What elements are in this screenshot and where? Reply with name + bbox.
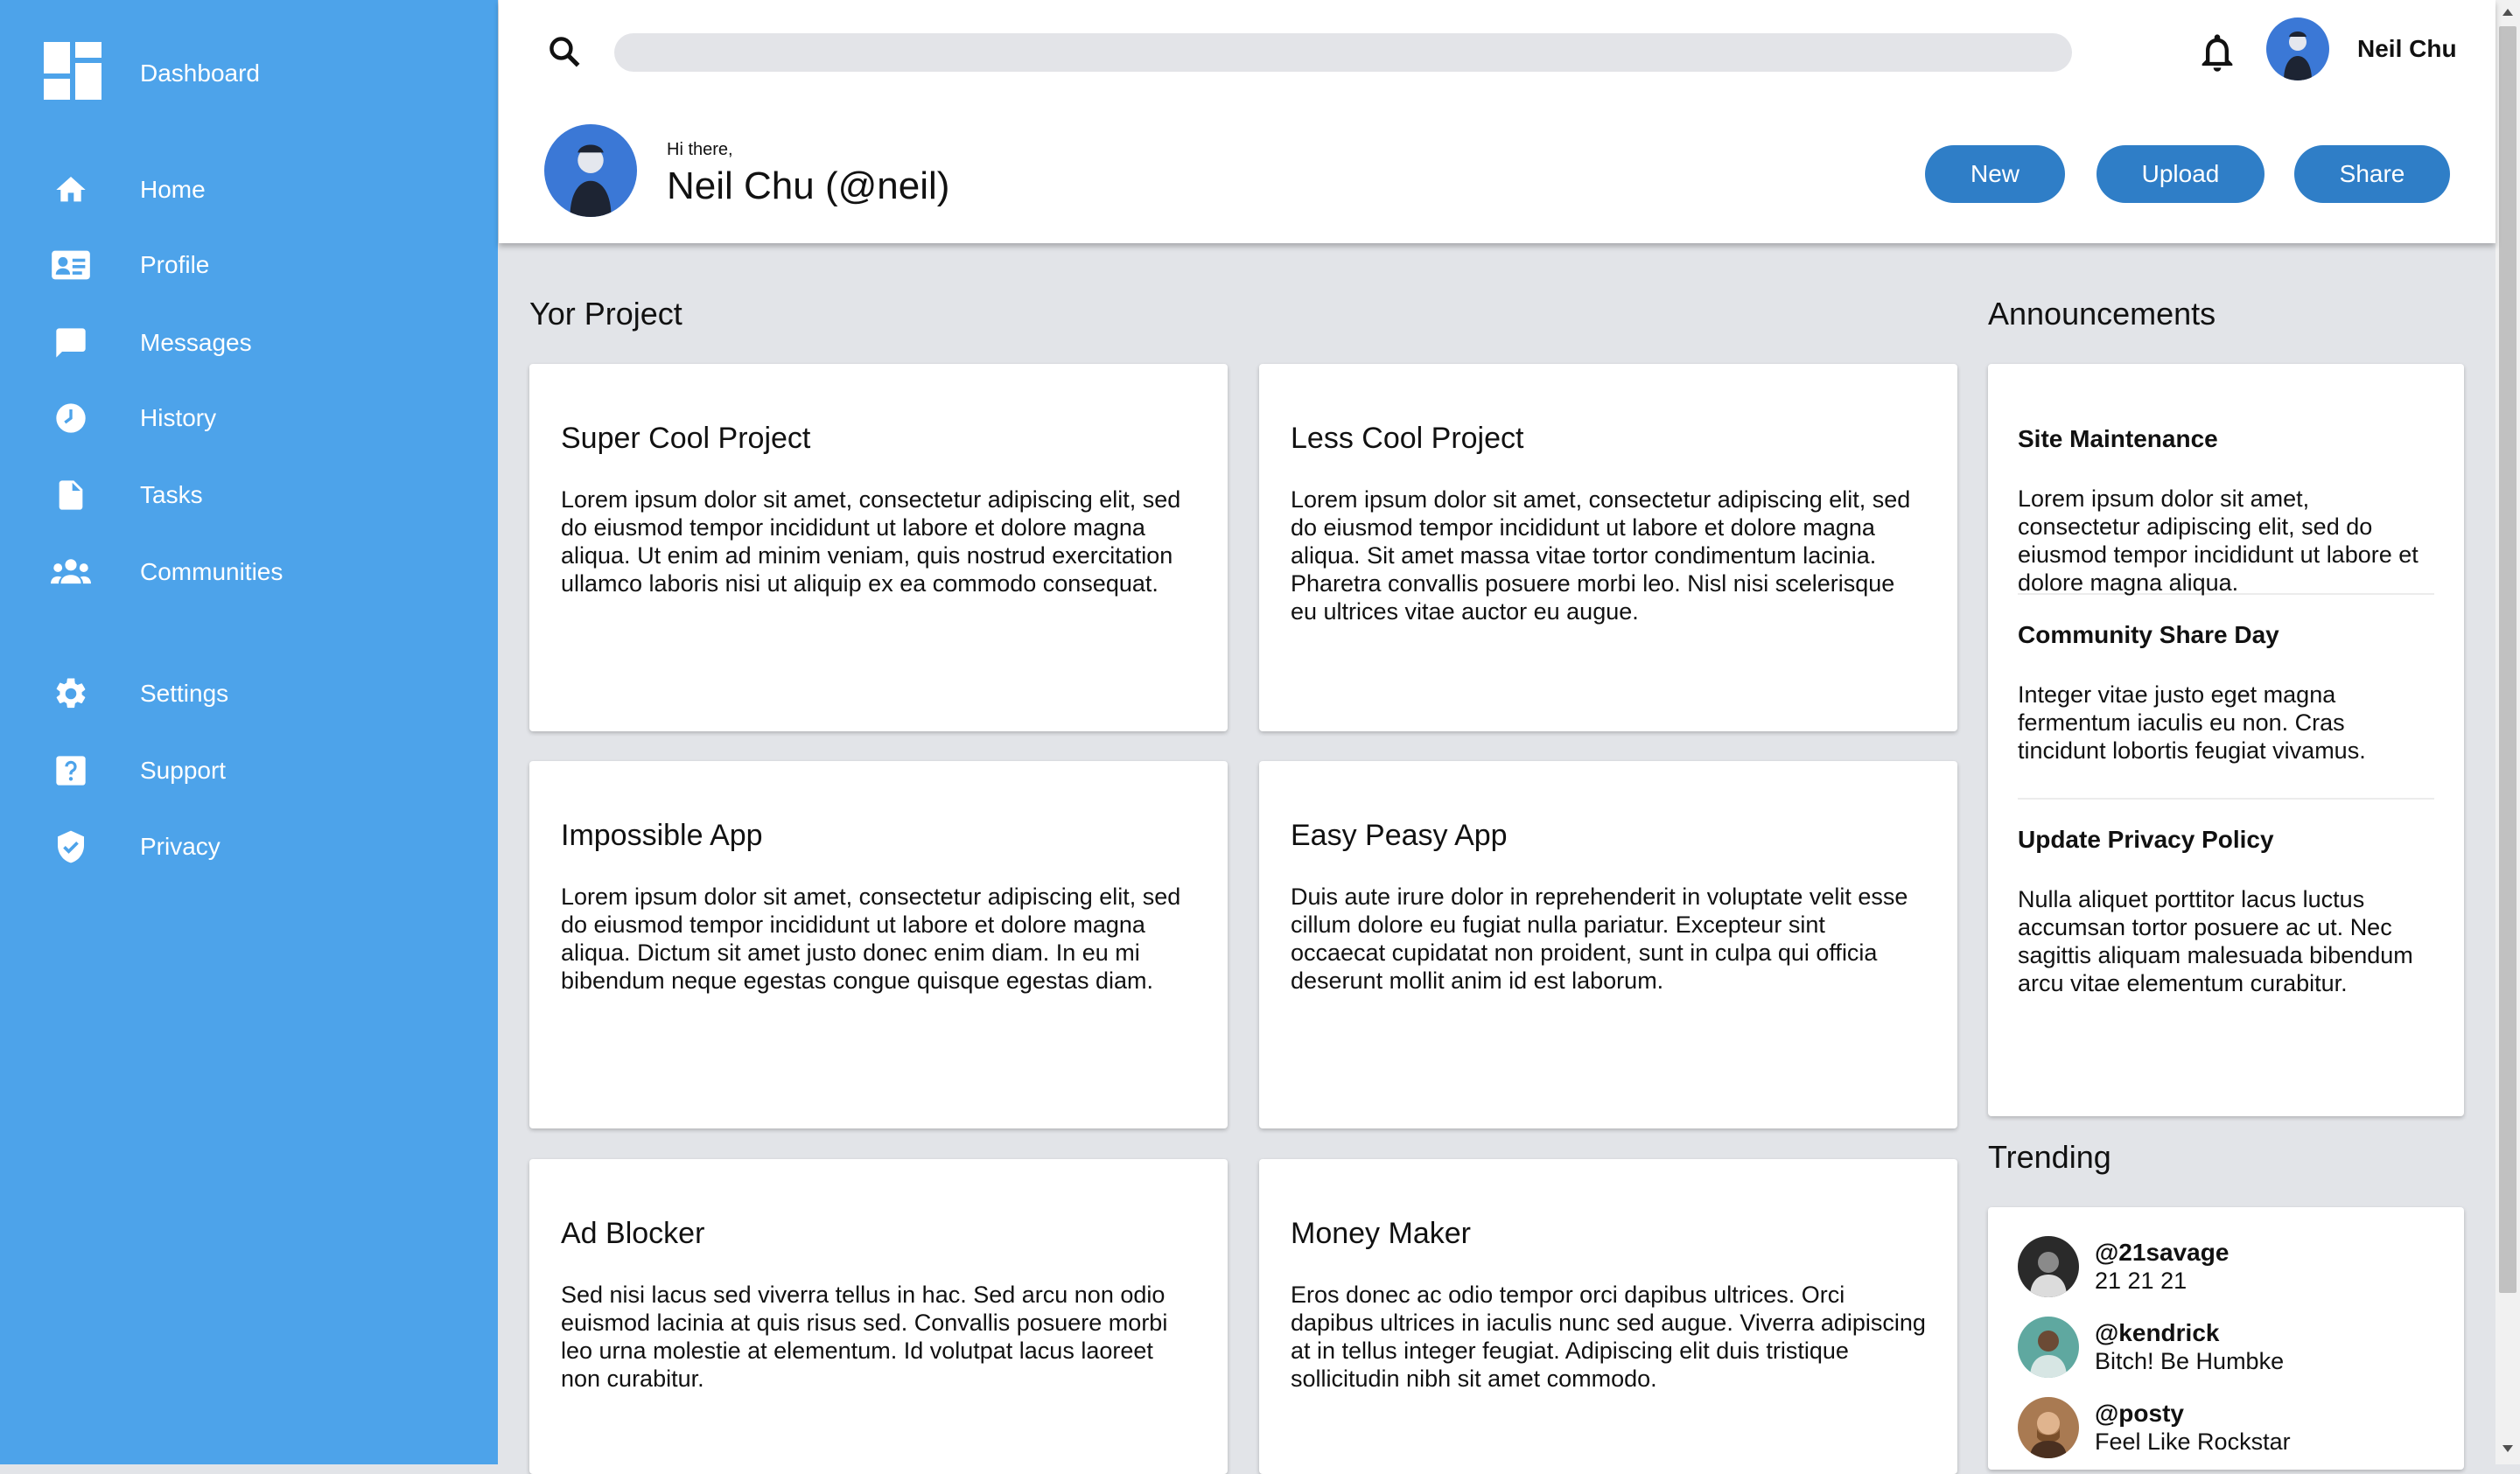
brand[interactable]: Dashboard xyxy=(44,42,260,100)
id-card-icon xyxy=(51,245,91,285)
trending-text: 21 21 21 xyxy=(2095,1268,2188,1294)
trending-text: Feel Like Rockstar xyxy=(2095,1429,2291,1455)
trending-handle: @kendrick xyxy=(2095,1319,2220,1346)
project-title: Money Maker xyxy=(1291,1217,1471,1250)
sidebar-item-label: Tasks xyxy=(140,481,203,508)
sidebar-item-label: Home xyxy=(140,176,206,203)
trending-text-block: @kendrick Bitch! Be Humbke xyxy=(2095,1319,2284,1375)
home-icon xyxy=(51,170,91,210)
announcement-description: Lorem ipsum dolor sit amet, consectetur … xyxy=(2018,486,2418,596)
project-card[interactable]: Money Maker Eros donec ac odio tempor or… xyxy=(1259,1159,1957,1474)
upload-button[interactable]: Upload xyxy=(2096,145,2264,203)
sidebar-item-history[interactable]: History xyxy=(0,392,498,444)
dashboard-icon xyxy=(44,42,102,100)
share-button[interactable]: Share xyxy=(2294,145,2450,203)
project-title: Easy Peasy App xyxy=(1291,819,1508,852)
project-description: Lorem ipsum dolor sit amet, consectetur … xyxy=(561,486,1181,597)
announcement-item[interactable]: Site Maintenance Lorem ipsum dolor sit a… xyxy=(2018,425,2434,596)
trending-item[interactable]: @posty Feel Like Rockstar xyxy=(2018,1396,2434,1459)
project-title: Impossible App xyxy=(561,819,763,852)
project-title: Super Cool Project xyxy=(561,422,811,455)
project-card[interactable]: Easy Peasy App Duis aute irure dolor in … xyxy=(1259,761,1957,1128)
vertical-scrollbar[interactable] xyxy=(2496,0,2520,1464)
help-icon xyxy=(51,751,91,791)
sidebar-item-communities[interactable]: Communities xyxy=(0,546,498,598)
trending-handle: @21savage xyxy=(2095,1239,2230,1266)
avatar xyxy=(2018,1236,2079,1297)
gear-icon xyxy=(51,674,91,714)
avatar xyxy=(2018,1317,2079,1378)
scrollbar-thumb[interactable] xyxy=(2499,26,2516,1293)
sidebar-item-label: Communities xyxy=(140,558,284,585)
sidebar-item-label: Support xyxy=(140,757,227,784)
search-icon[interactable] xyxy=(546,33,584,72)
bell-icon[interactable] xyxy=(2194,30,2240,75)
shield-check-icon xyxy=(51,827,91,867)
sidebar-item-label: Messages xyxy=(140,329,252,356)
project-card[interactable]: Less Cool Project Lorem ipsum dolor sit … xyxy=(1259,364,1957,731)
announcement-description: Integer vitae justo eget magna fermentum… xyxy=(2018,681,2366,764)
announcements-card: Site Maintenance Lorem ipsum dolor sit a… xyxy=(1988,364,2464,1116)
scroll-up-icon[interactable] xyxy=(2502,9,2513,16)
project-card[interactable]: Ad Blocker Sed nisi lacus sed viverra te… xyxy=(529,1159,1228,1474)
sidebar-item-label: Settings xyxy=(140,680,229,707)
trending-item[interactable]: @21savage 21 21 21 xyxy=(2018,1235,2434,1298)
sidebar-item-tasks[interactable]: Tasks xyxy=(0,469,498,521)
trending-item[interactable]: @kendrick Bitch! Be Humbke xyxy=(2018,1316,2434,1379)
avatar[interactable] xyxy=(2266,17,2329,80)
project-card[interactable]: Impossible App Lorem ipsum dolor sit ame… xyxy=(529,761,1228,1128)
sidebar: Dashboard Home Profile Messages History … xyxy=(0,0,498,1464)
sidebar-item-support[interactable]: Support xyxy=(0,744,498,797)
project-description: Duis aute irure dolor in reprehenderit i… xyxy=(1291,884,1908,994)
project-description: Eros donec ac odio tempor orci dapibus u… xyxy=(1291,1282,1926,1392)
projects-section-title: Yor Project xyxy=(529,296,682,332)
trending-text-block: @posty Feel Like Rockstar xyxy=(2095,1400,2291,1456)
project-description: Lorem ipsum dolor sit amet, consectetur … xyxy=(561,884,1181,994)
people-icon xyxy=(51,552,91,592)
announcement-title: Community Share Day xyxy=(2018,621,2279,648)
trending-section-title: Trending xyxy=(1988,1139,2111,1175)
sidebar-item-label: Privacy xyxy=(140,833,220,860)
trending-text: Bitch! Be Humbke xyxy=(2095,1348,2285,1374)
announcement-title: Site Maintenance xyxy=(2018,425,2218,452)
header: Neil Chu Hi there, Neil Chu (@neil) New … xyxy=(499,0,2496,243)
project-title: Ad Blocker xyxy=(561,1217,705,1250)
announcement-item[interactable]: Update Privacy Policy Nulla aliquet port… xyxy=(2018,826,2434,1020)
announcement-description: Nulla aliquet porttitor lacus luctus acc… xyxy=(2018,886,2413,996)
page-title: Neil Chu (@neil) xyxy=(667,164,950,207)
greeting-text: Hi there, xyxy=(667,140,733,159)
announcement-title: Update Privacy Policy xyxy=(2018,826,2274,853)
trending-text-block: @21savage 21 21 21 xyxy=(2095,1239,2229,1295)
project-description: Sed nisi lacus sed viverra tellus in hac… xyxy=(561,1282,1168,1392)
project-card[interactable]: Super Cool Project Lorem ipsum dolor sit… xyxy=(529,364,1228,731)
sidebar-item-label: Profile xyxy=(140,251,210,278)
sidebar-item-label: History xyxy=(140,404,217,431)
project-description: Lorem ipsum dolor sit amet, consectetur … xyxy=(1291,486,1911,625)
scroll-down-icon[interactable] xyxy=(2502,1445,2513,1452)
sidebar-item-profile[interactable]: Profile xyxy=(0,239,498,291)
sidebar-item-privacy[interactable]: Privacy xyxy=(0,821,498,873)
sidebar-item-settings[interactable]: Settings xyxy=(0,667,498,720)
sidebar-item-home[interactable]: Home xyxy=(0,164,498,216)
announcements-section-title: Announcements xyxy=(1988,296,2216,332)
project-title: Less Cool Project xyxy=(1291,422,1524,455)
avatar xyxy=(2018,1397,2079,1458)
trending-card: @21savage 21 21 21 @kendrick Bitch! Be H… xyxy=(1988,1207,2464,1470)
clock-icon xyxy=(51,398,91,438)
brand-label: Dashboard xyxy=(140,59,260,87)
trending-handle: @posty xyxy=(2095,1400,2184,1427)
search-input[interactable] xyxy=(614,33,2072,72)
sidebar-item-messages[interactable]: Messages xyxy=(0,317,498,369)
document-icon xyxy=(51,475,91,515)
announcement-item[interactable]: Community Share Day Integer vitae justo … xyxy=(2018,621,2434,800)
new-button[interactable]: New xyxy=(1925,145,2065,203)
profile-avatar xyxy=(544,124,637,217)
chat-icon xyxy=(51,323,91,363)
header-username[interactable]: Neil Chu xyxy=(2357,35,2457,63)
